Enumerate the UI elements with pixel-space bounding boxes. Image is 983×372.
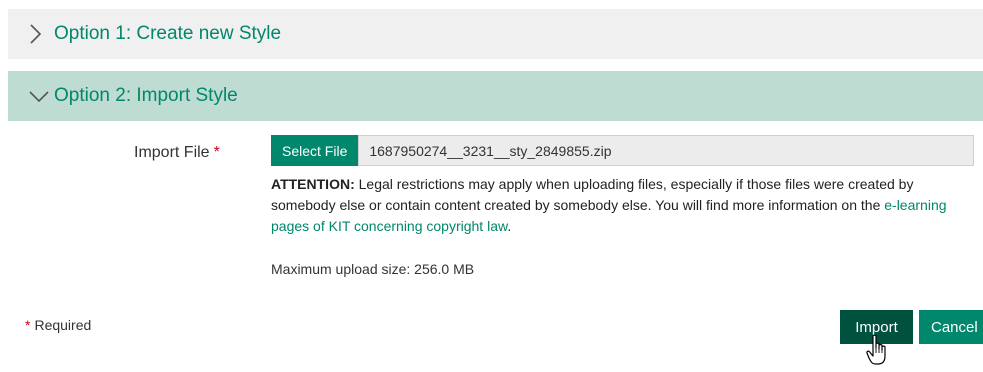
required-legend: * Required xyxy=(25,317,91,333)
accordion-option-2-header[interactable]: Option 2: Import Style xyxy=(8,71,983,121)
chevron-right-icon xyxy=(28,23,54,45)
max-upload-size: Maximum upload size: 256.0 MB xyxy=(271,261,475,277)
accordion-option-2-title: Option 2: Import Style xyxy=(54,85,238,106)
attention-label: ATTENTION: xyxy=(271,176,355,192)
required-legend-star: * xyxy=(25,317,31,333)
style-import-page: Option 1: Create new Style Option 2: Imp… xyxy=(0,0,983,372)
copyright-notice: ATTENTION: Legal restrictions may apply … xyxy=(271,174,976,237)
accordion-option-1-title: Option 1: Create new Style xyxy=(54,23,282,44)
selected-file-field[interactable] xyxy=(358,135,974,166)
attention-text: Legal restrictions may apply when upload… xyxy=(271,176,914,213)
chevron-down-icon xyxy=(28,89,54,103)
accordion-option-1-header[interactable]: Option 1: Create new Style xyxy=(8,9,983,59)
attention-end: . xyxy=(507,218,512,234)
file-upload-control: Select File xyxy=(271,135,974,166)
required-legend-text: Required xyxy=(34,317,92,333)
import-file-label-text: Import File xyxy=(134,144,210,161)
select-file-button[interactable]: Select File xyxy=(271,135,359,166)
required-star: * xyxy=(213,144,220,161)
cancel-button[interactable]: Cancel xyxy=(919,310,983,344)
import-file-label: Import File * xyxy=(134,144,220,162)
hand-pointer-cursor-icon xyxy=(866,334,886,365)
